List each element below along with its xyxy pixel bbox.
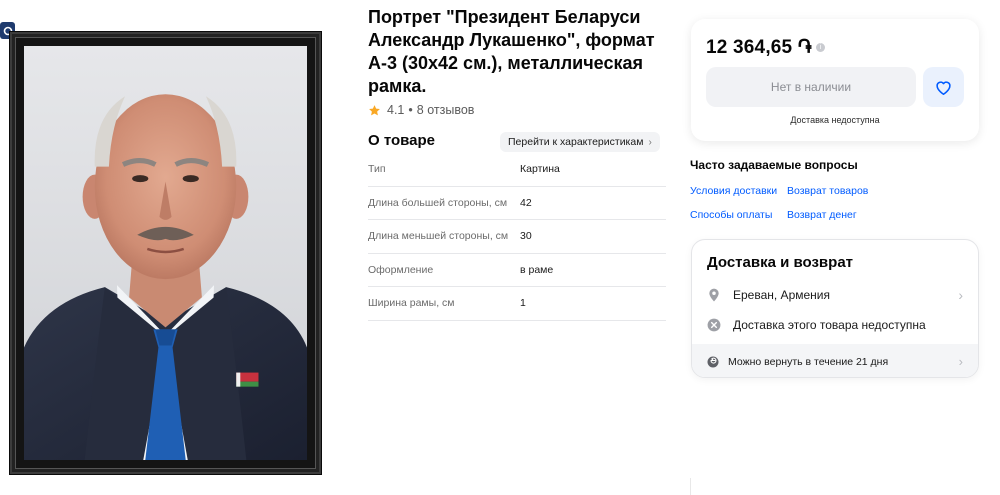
spec-table: Тип Картина Длина большей стороны, см 42… bbox=[368, 153, 666, 321]
delivery-return-card: Доставка и возврат Ереван, Армения › Дос… bbox=[691, 239, 979, 378]
spec-row: Ширина рамы, см 1 bbox=[368, 287, 666, 321]
reviews-count[interactable]: 8 отзывов bbox=[417, 103, 475, 117]
delivery-card-title: Доставка и возврат bbox=[707, 254, 854, 271]
chevron-right-icon: › bbox=[958, 287, 963, 303]
product-photo bbox=[24, 46, 307, 460]
spec-name: Тип bbox=[368, 163, 386, 176]
faq-title: Часто задаваемые вопросы bbox=[690, 158, 858, 172]
chevron-right-icon: › bbox=[958, 354, 963, 369]
location-pin-icon bbox=[709, 288, 719, 302]
spec-row: Оформление в раме bbox=[368, 254, 666, 287]
spec-row: Длина большей стороны, см 42 bbox=[368, 187, 666, 220]
spec-value: 30 bbox=[520, 230, 532, 243]
faq-link-payment-methods[interactable]: Способы оплаты bbox=[690, 209, 772, 221]
heart-icon bbox=[936, 80, 951, 95]
out-of-stock-button[interactable]: Нет в наличии bbox=[706, 67, 916, 107]
spec-value: 1 bbox=[520, 297, 526, 310]
close-circle-icon bbox=[707, 318, 721, 332]
chevron-right-icon: › bbox=[648, 136, 652, 148]
star-icon bbox=[369, 104, 380, 115]
favorite-button[interactable] bbox=[923, 67, 964, 107]
info-icon[interactable]: i bbox=[816, 43, 825, 52]
go-to-specs-link[interactable]: Перейти к характеристикам › bbox=[500, 132, 660, 152]
spec-value: 42 bbox=[520, 196, 532, 209]
delivery-status-row: Доставка этого товара недоступна bbox=[707, 313, 963, 337]
delivery-status: Доставка этого товара недоступна bbox=[733, 318, 926, 332]
spec-row: Длина меньшей стороны, см 30 bbox=[368, 220, 666, 254]
delivery-unavailable-note: Доставка недоступна bbox=[790, 115, 880, 125]
faq-link-product-returns[interactable]: Возврат товаров bbox=[787, 185, 868, 197]
product-image-frame[interactable] bbox=[10, 32, 321, 474]
divider bbox=[690, 478, 691, 495]
spec-name: Ширина рамы, см bbox=[368, 297, 455, 310]
product-rating[interactable]: 4.1 • 8 отзывов bbox=[368, 103, 474, 117]
return-policy: Можно вернуть в течение 21 дня bbox=[728, 355, 889, 368]
price-card: 12 364,65 ֏ i Нет в наличии Доставка нед… bbox=[691, 19, 979, 141]
spec-value: Картина bbox=[520, 163, 560, 176]
spec-row: Тип Картина bbox=[368, 153, 666, 187]
return-icon bbox=[707, 356, 719, 367]
spec-value: в раме bbox=[520, 263, 554, 276]
delivery-location-row[interactable]: Ереван, Армения › bbox=[707, 283, 963, 307]
faq-link-delivery-terms[interactable]: Условия доставки bbox=[690, 185, 777, 197]
product-price: 12 364,65 ֏ bbox=[706, 37, 812, 58]
go-to-specs-label: Перейти к характеристикам bbox=[508, 136, 644, 148]
faq-link-refunds[interactable]: Возврат денег bbox=[787, 209, 857, 221]
product-title: Портрет "Президент Беларуси Александр Лу… bbox=[368, 7, 655, 96]
rating-separator: • bbox=[408, 103, 413, 117]
about-section-title: О товаре bbox=[368, 132, 436, 149]
rating-value: 4.1 bbox=[387, 103, 405, 117]
spec-name: Длина большей стороны, см bbox=[368, 196, 508, 209]
spec-name: Оформление bbox=[368, 263, 434, 276]
return-policy-row[interactable]: Можно вернуть в течение 21 дня › bbox=[692, 344, 978, 377]
delivery-location: Ереван, Армения bbox=[733, 288, 830, 302]
spec-name: Длина меньшей стороны, см bbox=[368, 230, 509, 243]
